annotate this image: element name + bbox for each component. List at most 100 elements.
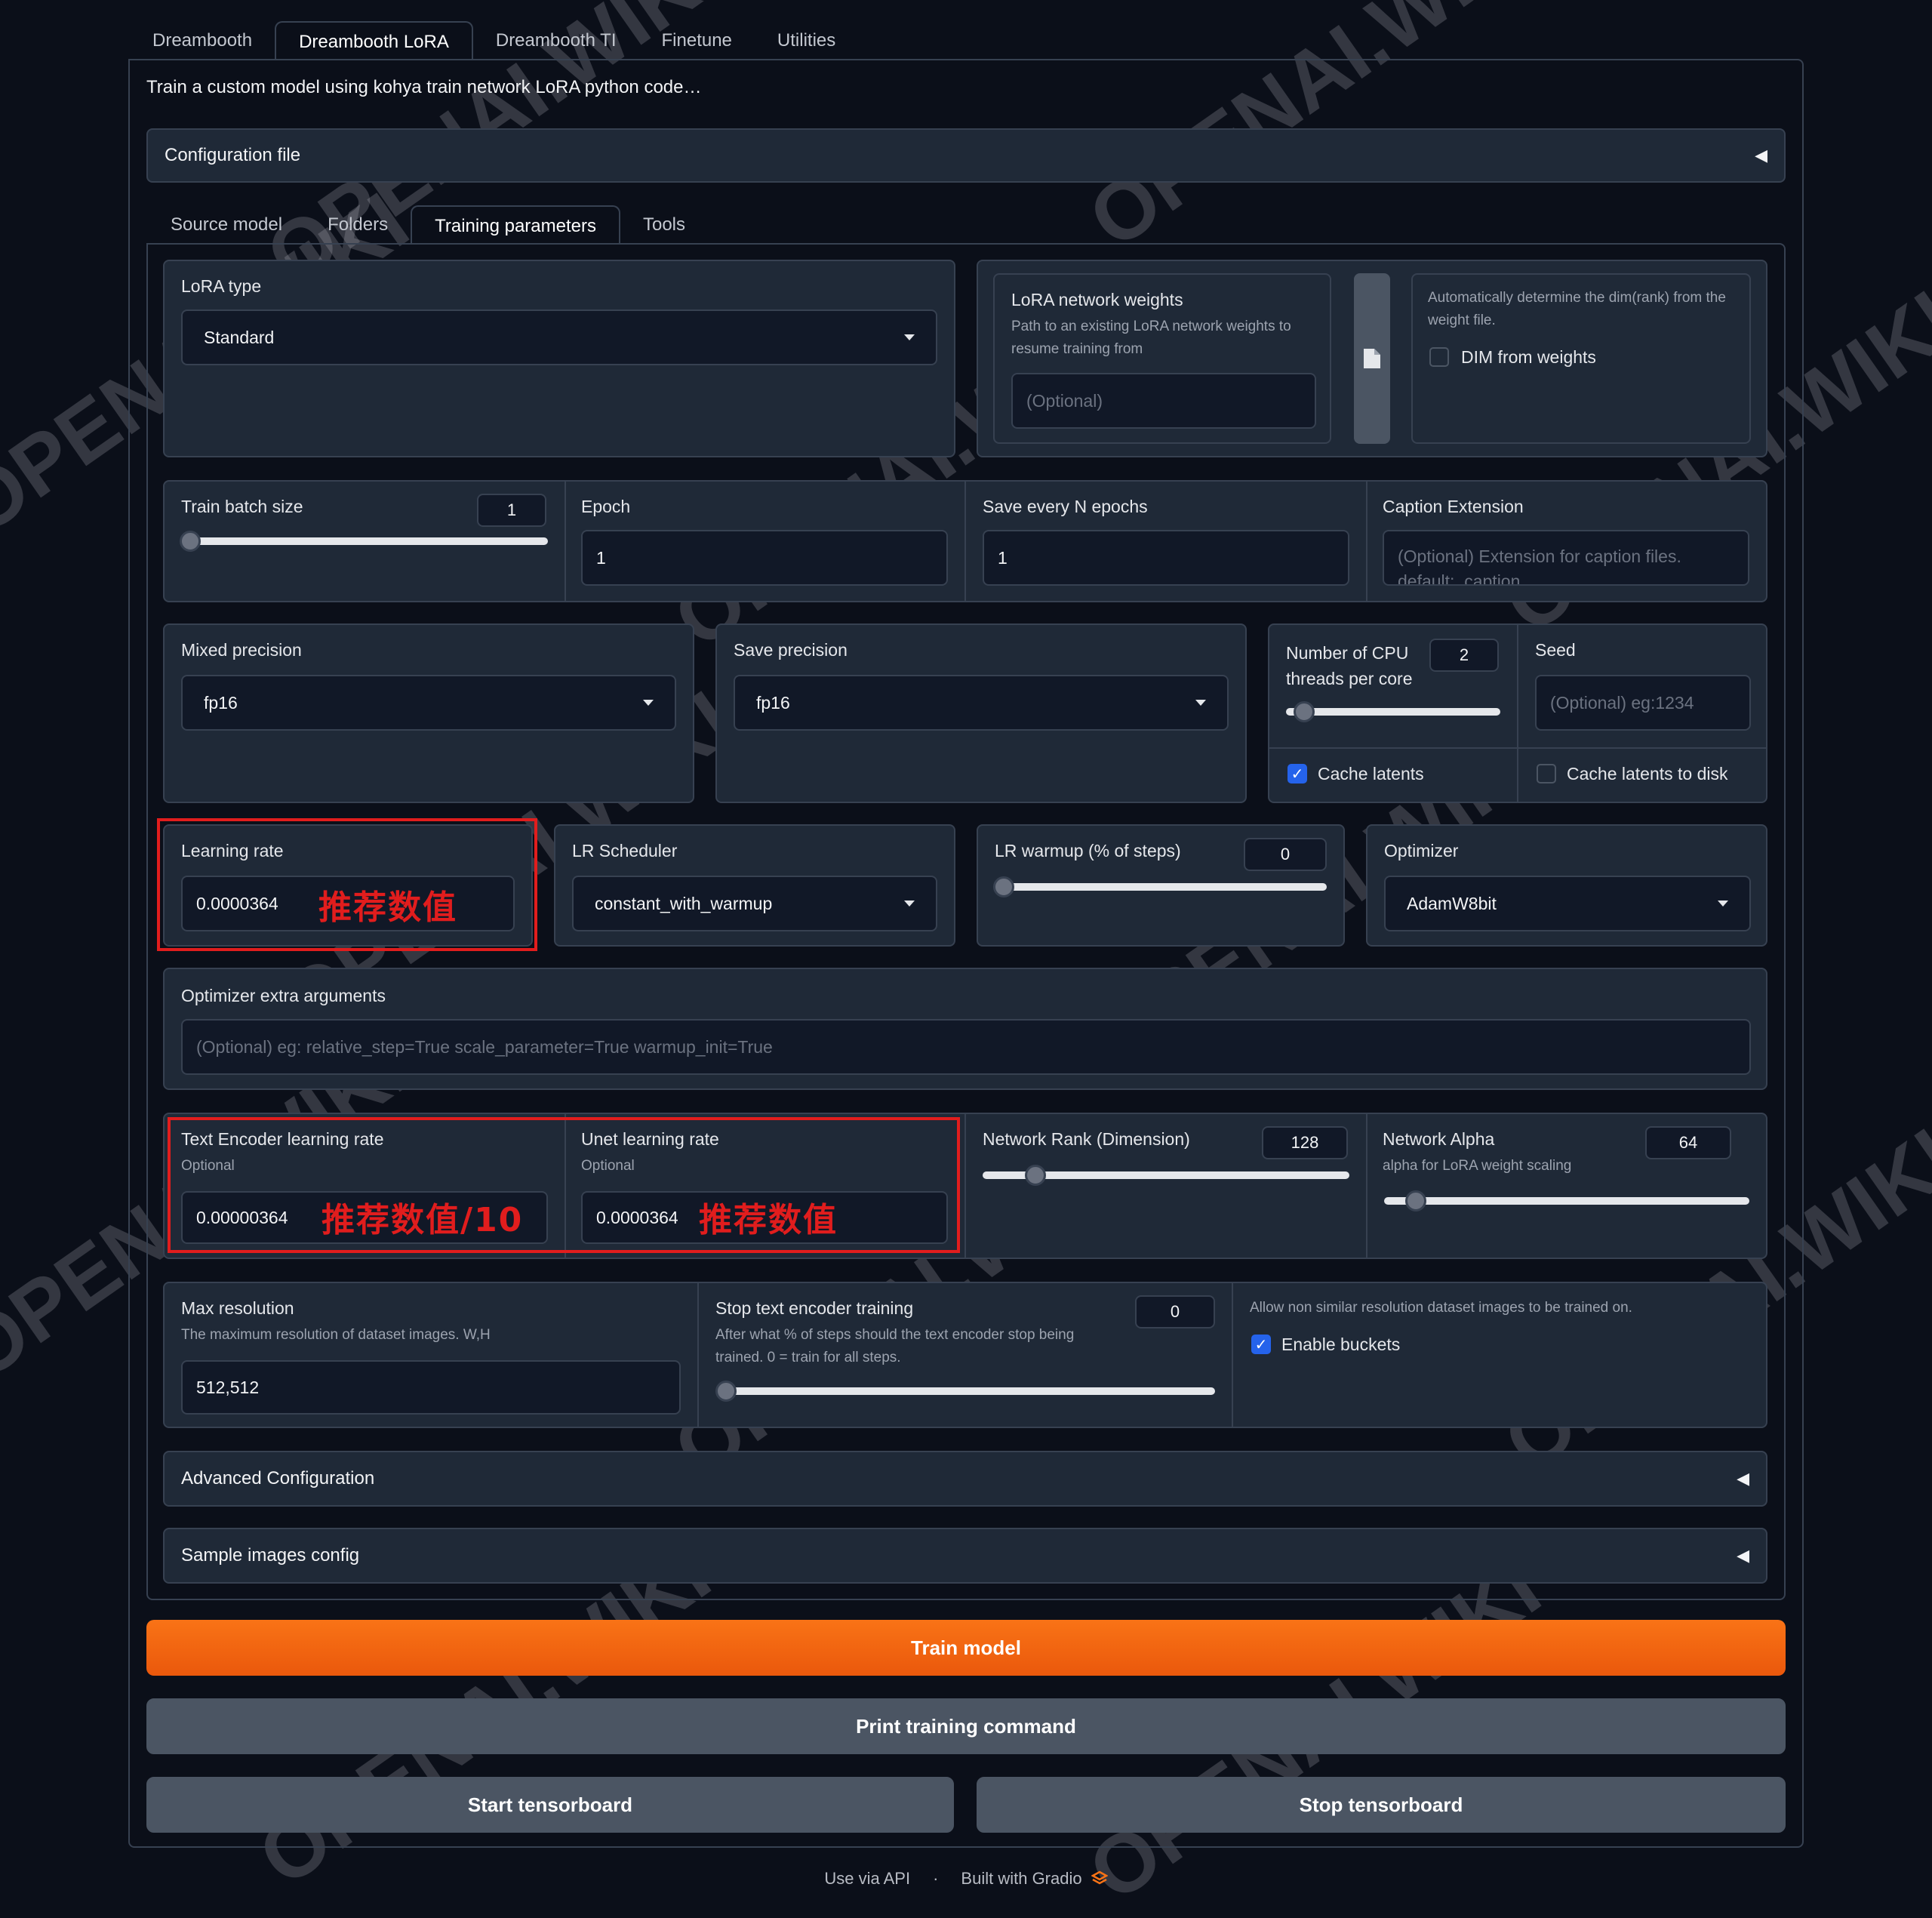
stop-te-number[interactable]: 0 [1135, 1295, 1215, 1328]
train-batch-size-slider-thumb[interactable] [180, 531, 201, 552]
stop-tensorboard-button[interactable]: Stop tensorboard [977, 1777, 1786, 1833]
accordion-label: Configuration file [165, 145, 301, 165]
mixed-precision-dropdown[interactable]: fp16 [181, 675, 676, 731]
network-rank-number[interactable]: 128 [1262, 1126, 1348, 1159]
dropdown-arrow-icon [1195, 700, 1206, 706]
cache-latents-label: Cache latents [1318, 764, 1424, 784]
stop-te-slider[interactable] [717, 1387, 1215, 1395]
tab-folders[interactable]: Folders [305, 205, 411, 245]
network-alpha-sublabel: alpha for LoRA weight scaling [1383, 1158, 1572, 1174]
caption-extension-placeholder: (Optional) Extension for caption files. [1398, 546, 1681, 566]
te-lr-sublabel: Optional [181, 1158, 235, 1174]
built-with-gradio-label: Built with Gradio [961, 1869, 1082, 1888]
cpu-threads-label: Number of CPU threads per core [1286, 640, 1412, 691]
divider [565, 482, 566, 601]
caption-extension-label: Caption Extension [1383, 497, 1524, 516]
tab-finetune[interactable]: Finetune [639, 21, 755, 60]
lr-warmup-slider[interactable] [995, 883, 1327, 891]
max-resolution-sublabel: The maximum resolution of dataset images… [181, 1327, 491, 1343]
cache-latents-checkbox[interactable]: ✓ [1287, 764, 1307, 784]
train-batch-size-slider[interactable] [181, 537, 548, 545]
file-browse-button[interactable] [1354, 273, 1390, 444]
recommended-value-note: 推荐数值 [318, 888, 457, 927]
save-precision-dropdown[interactable]: fp16 [734, 675, 1229, 731]
advanced-configuration-accordion[interactable]: Advanced Configuration ◀ [163, 1451, 1767, 1507]
print-training-command-button[interactable]: Print training command [146, 1698, 1786, 1754]
network-weights-placeholder: (Optional) [1026, 390, 1103, 411]
tab-dreambooth[interactable]: Dreambooth [130, 21, 275, 60]
sample-images-accordion[interactable]: Sample images config ◀ [163, 1528, 1767, 1584]
mixed-precision-value: fp16 [204, 692, 238, 713]
lr-warmup-label: LR warmup (% of steps) [995, 841, 1181, 860]
lora-type-dropdown[interactable]: Standard [181, 309, 937, 365]
cpu-threads-slider-thumb[interactable] [1294, 701, 1315, 722]
built-with-gradio-link[interactable]: Built with Gradio [961, 1869, 1108, 1889]
configuration-file-accordion[interactable]: Configuration file ◀ [146, 128, 1786, 183]
save-precision-label: Save precision [734, 640, 848, 660]
learning-rate-label: Learning rate [181, 841, 284, 860]
cache-latents-disk-label: Cache latents to disk [1567, 764, 1728, 784]
dropdown-arrow-icon [904, 901, 915, 907]
seed-input[interactable]: (Optional) eg:1234 [1535, 675, 1751, 731]
cpu-threads-label-line2: threads per core [1286, 669, 1413, 688]
tab-dreambooth-lora[interactable]: Dreambooth LoRA [275, 21, 473, 60]
save-precision-value: fp16 [756, 692, 790, 713]
lr-warmup-number[interactable]: 0 [1244, 838, 1327, 871]
epoch-input[interactable]: 1 [581, 530, 948, 586]
seed-placeholder: (Optional) eg:1234 [1550, 692, 1694, 713]
train-batch-size-number[interactable]: 1 [477, 494, 546, 527]
save-every-input[interactable]: 1 [983, 530, 1349, 586]
lr-scheduler-dropdown[interactable]: constant_with_warmup [572, 876, 937, 931]
network-alpha-label: Network Alpha [1383, 1129, 1495, 1149]
network-rank-slider-thumb[interactable] [1025, 1165, 1046, 1186]
lr-warmup-slider-thumb[interactable] [993, 876, 1014, 897]
tab-dreambooth-ti[interactable]: Dreambooth TI [473, 21, 639, 60]
lora-type-value: Standard [204, 327, 275, 347]
epoch-label: Epoch [581, 497, 631, 516]
divider [964, 1114, 966, 1258]
optimizer-value: AdamW8bit [1407, 893, 1497, 913]
network-weights-sublabel: Path to an existing LoRA network weights… [1011, 319, 1291, 357]
train-model-button[interactable]: Train model [146, 1620, 1786, 1676]
optimizer-dropdown[interactable]: AdamW8bit [1384, 876, 1751, 931]
stop-te-slider-thumb[interactable] [715, 1381, 737, 1402]
cpu-threads-number[interactable]: 2 [1429, 639, 1499, 672]
start-tensorboard-button[interactable]: Start tensorboard [146, 1777, 954, 1833]
buckets-info: Allow non similar resolution dataset ima… [1250, 1300, 1632, 1316]
network-weights-input[interactable]: (Optional) [1011, 373, 1316, 429]
network-alpha-slider[interactable] [1384, 1197, 1749, 1205]
network-alpha-slider-thumb[interactable] [1405, 1190, 1426, 1211]
divider [1232, 1283, 1233, 1427]
cpu-threads-slider[interactable] [1286, 708, 1500, 716]
tab-tools[interactable]: Tools [620, 205, 708, 245]
file-icon [1364, 349, 1380, 368]
divider [697, 1283, 699, 1427]
enable-buckets-label: Enable buckets [1281, 1335, 1401, 1354]
tab-utilities[interactable]: Utilities [755, 21, 858, 60]
seed-label: Seed [1535, 640, 1576, 660]
collapse-caret-icon: ◀ [1737, 1546, 1749, 1565]
caption-extension-input[interactable]: (Optional) Extension for caption files. … [1383, 530, 1749, 586]
use-via-api-link[interactable]: Use via API [824, 1869, 910, 1889]
enable-buckets-checkbox[interactable]: ✓ [1251, 1335, 1271, 1354]
mixed-precision-label: Mixed precision [181, 640, 302, 660]
recommended-value-note: 推荐数值 [699, 1201, 838, 1239]
cache-latents-disk-checkbox[interactable] [1537, 764, 1556, 784]
collapse-caret-icon: ◀ [1737, 1469, 1749, 1488]
lora-type-label: LoRA type [181, 276, 262, 296]
divider [1366, 482, 1367, 601]
optimizer-label: Optimizer [1384, 841, 1459, 860]
network-alpha-number[interactable]: 64 [1645, 1126, 1731, 1159]
optimizer-args-input[interactable]: (Optional) eg: relative_step=True scale_… [181, 1019, 1751, 1075]
stop-te-label: Stop text encoder training [715, 1298, 914, 1318]
tab-source-model[interactable]: Source model [148, 205, 305, 245]
unet-lr-label: Unet learning rate [581, 1129, 719, 1149]
recommended-value-div10-note: 推荐数值/10 [321, 1201, 524, 1239]
tab-training-parameters[interactable]: Training parameters [411, 205, 620, 245]
dim-from-weights-checkbox[interactable] [1429, 347, 1449, 367]
dim-from-weights-info: Automatically determine the dim(rank) fr… [1428, 290, 1726, 328]
max-resolution-input[interactable]: 512,512 [181, 1360, 681, 1415]
train-batch-size-label: Train batch size [181, 497, 303, 516]
divider [1366, 1114, 1367, 1258]
footer: Use via API · Built with Gradio [0, 1869, 1932, 1889]
